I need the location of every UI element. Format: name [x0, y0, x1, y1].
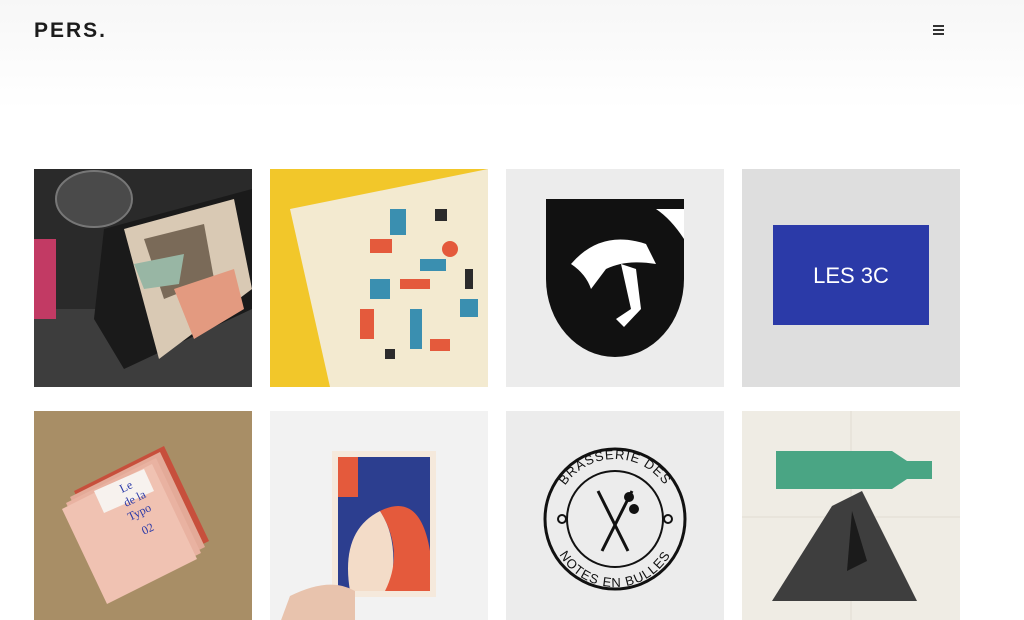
project-tile-brasserie[interactable]: BRASSERIE DES NOTES EN BULLES	[506, 408, 724, 620]
typo-booklets-image: Le de la Typo 02	[34, 411, 252, 620]
kiss-illustration-image	[270, 411, 488, 620]
site-logo[interactable]: PERS.	[34, 19, 107, 43]
wine-bottle-image	[34, 169, 252, 387]
header-background	[0, 0, 1024, 110]
hamburger-menu-icon[interactable]	[930, 23, 946, 37]
project-tile-horse-shield[interactable]	[506, 169, 724, 387]
menu-line	[933, 33, 944, 35]
project-tile-kiss-illustration[interactable]	[270, 408, 488, 620]
illustrated-book-image	[270, 169, 488, 387]
menu-line	[933, 25, 944, 27]
project-tile-illustrated-book[interactable]	[270, 169, 488, 387]
project-tile-les-3c[interactable]: LES 3C	[742, 169, 960, 387]
menu-line	[933, 29, 944, 31]
les-3c-card-image: LES 3C	[742, 169, 960, 387]
project-tile-bottle-mountain[interactable]	[742, 408, 960, 620]
les-3c-text: LES 3C	[813, 263, 889, 288]
brasserie-logo-image: BRASSERIE DES NOTES EN BULLES	[506, 411, 724, 620]
project-tile-wine-bottle[interactable]	[34, 169, 252, 387]
bottle-mountain-image	[742, 411, 960, 620]
horse-shield-logo-image	[506, 169, 724, 387]
project-tile-typo-booklets[interactable]: Le de la Typo 02	[34, 408, 252, 620]
